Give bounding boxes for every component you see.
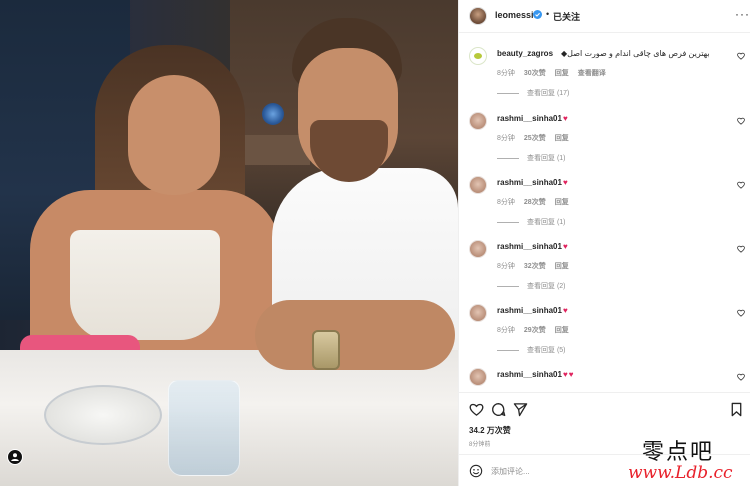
comment-likes[interactable]: 32次赞	[524, 263, 546, 270]
likes-count[interactable]: 34.2 万次赞	[469, 425, 511, 436]
red-heart-emoji: ♥	[563, 306, 569, 315]
site-watermark: 零点吧 www.Ldb.cc	[620, 430, 750, 486]
author-avatar[interactable]	[469, 7, 487, 25]
comment-text: ◆بهترین فرص های چاقی اندام و صورت اصل	[561, 49, 710, 58]
view-replies-button[interactable]: 查看回复 (17)	[497, 88, 569, 98]
commenter-avatar[interactable]	[469, 176, 487, 194]
commenter-username[interactable]: rashmi__sinha01	[497, 306, 562, 315]
comment-meta: 8分钟 30次赞 回复 查看翻译	[497, 68, 615, 78]
comment-likes[interactable]: 29次赞	[524, 327, 546, 334]
comment-bubble-icon[interactable]	[491, 402, 506, 417]
comment-time: 8分钟	[497, 135, 515, 142]
reply-button[interactable]: 回复	[555, 135, 569, 142]
commenter-avatar[interactable]	[469, 47, 487, 65]
post-header: leomessi • 已关注 ···	[459, 0, 750, 33]
red-heart-emoji: ♥	[563, 178, 569, 187]
heart-outline-icon[interactable]	[737, 309, 745, 317]
reply-button[interactable]: 回复	[555, 263, 569, 270]
view-replies-button[interactable]: 查看回复 (2)	[497, 281, 566, 291]
water-glass	[168, 380, 240, 476]
emoji-icon[interactable]	[469, 464, 483, 478]
red-heart-emoji: ♥♥	[563, 370, 575, 379]
post-timestamp: 8分钟前	[469, 442, 491, 448]
heart-outline-icon[interactable]	[737, 181, 745, 189]
commenter-username[interactable]: rashmi__sinha01	[497, 114, 562, 123]
woman-face	[128, 75, 220, 195]
post-side-panel: leomessi • 已关注 ··· beauty_zagros ◆بهترین…	[458, 0, 750, 486]
heart-outline-icon[interactable]	[737, 245, 745, 253]
heart-outline-icon[interactable]	[737, 373, 745, 381]
woman-top	[70, 230, 220, 340]
tagged-users-icon[interactable]	[7, 449, 23, 465]
translate-button[interactable]: 查看翻译	[578, 70, 606, 77]
reply-button[interactable]: 回复	[555, 327, 569, 334]
commenter-avatar[interactable]	[469, 240, 487, 258]
red-heart-emoji: ♥	[563, 242, 569, 251]
comment-likes[interactable]: 30次赞	[524, 70, 546, 77]
comment-meta: 8分钟 25次赞 回复	[497, 133, 578, 143]
reply-button[interactable]: 回复	[555, 70, 569, 77]
man-arm	[255, 300, 455, 370]
plate	[44, 385, 162, 445]
like-heart-icon[interactable]	[469, 402, 484, 417]
share-paper-plane-icon[interactable]	[513, 402, 528, 417]
reply-button[interactable]: 回复	[555, 199, 569, 206]
commenter-username[interactable]: rashmi__sinha01	[497, 370, 562, 379]
watermark-site-name: 零点吧	[642, 440, 715, 465]
comment-meta: 8分钟 28次赞 回复	[497, 197, 578, 207]
heart-outline-icon[interactable]	[737, 117, 745, 125]
comment-meta: 8分钟 29次赞 回复	[497, 325, 578, 335]
background-lamp	[262, 103, 284, 125]
comments-list[interactable]: beauty_zagros ◆بهترین فرص های چاقی اندام…	[459, 34, 750, 392]
author-username[interactable]: leomessi	[495, 10, 534, 20]
commenter-avatar[interactable]	[469, 112, 487, 130]
view-replies-button[interactable]: 查看回复 (1)	[497, 217, 566, 227]
comment-likes[interactable]: 28次赞	[524, 199, 546, 206]
comment-likes[interactable]: 25次赞	[524, 135, 546, 142]
post-photo[interactable]	[0, 0, 458, 486]
view-replies-button[interactable]: 查看回复 (5)	[497, 345, 566, 355]
heart-outline-icon[interactable]	[737, 52, 745, 60]
commenter-username[interactable]: rashmi__sinha01	[497, 178, 562, 187]
red-heart-emoji: ♥	[563, 114, 569, 123]
save-bookmark-icon[interactable]	[729, 402, 744, 417]
wristwatch	[312, 330, 340, 370]
comment-time: 8分钟	[497, 263, 515, 270]
comment-time: 8分钟	[497, 327, 515, 334]
comment-time: 8分钟	[497, 70, 515, 77]
watermark-site-url: www.Ldb.cc	[628, 463, 733, 483]
person-icon	[11, 453, 19, 461]
verified-badge-icon	[533, 10, 542, 19]
commenter-avatar[interactable]	[469, 304, 487, 322]
commenter-username[interactable]: beauty_zagros	[497, 49, 553, 58]
view-replies-button[interactable]: 查看回复 (1)	[497, 153, 566, 163]
follow-button[interactable]: 已关注	[553, 10, 580, 23]
comment-time: 8分钟	[497, 199, 515, 206]
more-options-icon[interactable]: ···	[735, 7, 750, 21]
commenter-avatar[interactable]	[469, 368, 487, 386]
commenter-username[interactable]: rashmi__sinha01	[497, 242, 562, 251]
comment-meta: 8分钟 32次赞 回复	[497, 261, 578, 271]
header-separator: •	[546, 9, 550, 19]
